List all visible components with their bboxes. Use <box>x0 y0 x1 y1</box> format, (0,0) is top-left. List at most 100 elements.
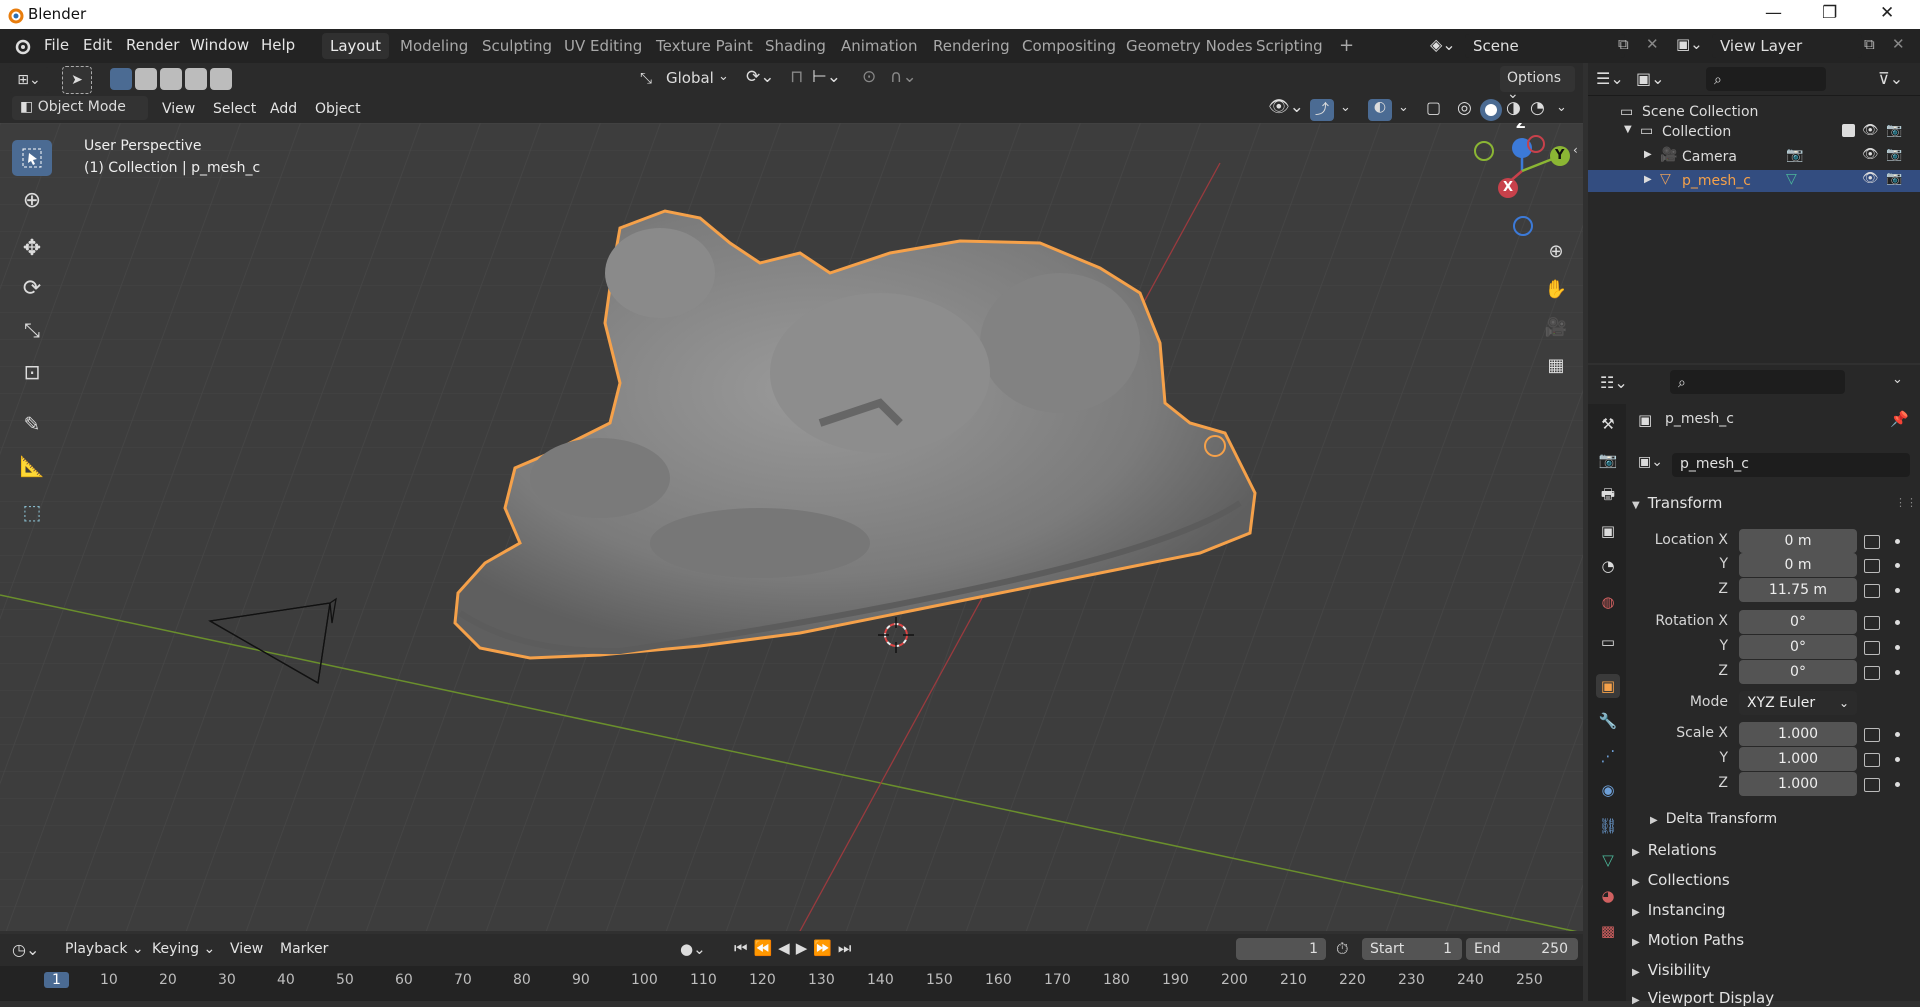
outliner-search-input[interactable]: ⌕ <box>1706 67 1826 91</box>
gizmo-options-icon[interactable]: ⌄ <box>1340 100 1351 115</box>
rotation-y-field[interactable]: 0° <box>1739 635 1857 659</box>
world-tab-icon[interactable]: ◍ <box>1596 590 1620 614</box>
xray-icon[interactable]: ▢ <box>1426 98 1441 117</box>
timeline-keying-menu[interactable]: Keying ⌄ <box>152 941 215 957</box>
lock-icon[interactable] <box>1864 641 1880 655</box>
keyframe-dot-icon[interactable] <box>1895 732 1900 737</box>
location-y-field[interactable]: 0 m <box>1739 553 1857 577</box>
rotation-x-field[interactable]: 0° <box>1739 610 1857 634</box>
tool-tab-icon[interactable]: ⚒ <box>1596 412 1620 436</box>
camera-view-icon[interactable]: 🎥 <box>1540 311 1572 343</box>
snap-icon[interactable]: ⊓ <box>790 67 803 87</box>
timeline-playback-menu[interactable]: Playback ⌄ <box>65 941 144 957</box>
rotation-mode-dropdown[interactable]: XYZ Euler ⌄ <box>1739 691 1857 715</box>
delete-scene-icon[interactable]: ✕ <box>1646 35 1659 53</box>
keyframe-dot-icon[interactable] <box>1895 757 1900 762</box>
lock-icon[interactable] <box>1864 728 1880 742</box>
particles-tab-icon[interactable]: ⋰ <box>1596 744 1620 768</box>
tab-uv-editing[interactable]: UV Editing <box>556 33 650 59</box>
ortho-toggle-icon[interactable]: ▦ <box>1540 349 1572 381</box>
keyframe-dot-icon[interactable] <box>1895 620 1900 625</box>
properties-search-input[interactable]: ⌕ <box>1670 370 1845 394</box>
location-z-field[interactable]: 11.75 m <box>1739 578 1857 602</box>
panel-drag-icon[interactable]: ⋮⋮ <box>1895 496 1917 509</box>
timeline[interactable]: 1 10 20 30 40 50 60 70 80 90 100 110 120 130 140 150 160… <box>0 966 1583 1001</box>
camera-render-icon[interactable]: 📷 <box>1886 147 1902 162</box>
new-view-layer-icon[interactable]: ⧉ <box>1864 35 1875 53</box>
outliner-editor-icon[interactable]: ☰⌄ <box>1596 69 1624 88</box>
lock-icon[interactable] <box>1864 535 1880 549</box>
new-scene-icon[interactable]: ⧉ <box>1618 35 1629 53</box>
object-name-field[interactable]: p_mesh_c <box>1672 453 1910 477</box>
delta-transform-header[interactable]: ▶ Delta Transform <box>1650 811 1777 827</box>
display-mode-icon[interactable]: ▣⌄ <box>1636 69 1665 88</box>
viewport-menu-view[interactable]: View <box>162 101 195 117</box>
blender-menu-icon[interactable] <box>12 37 32 55</box>
tab-geometry-nodes[interactable]: Geometry Nodes <box>1118 33 1261 59</box>
scale-y-field[interactable]: 1.000 <box>1739 747 1857 771</box>
instancing-panel-header[interactable]: ▶ Instancing <box>1632 901 1725 919</box>
view-layer-tab-icon[interactable]: ▣ <box>1596 519 1620 543</box>
add-workspace-icon[interactable]: + <box>1331 31 1362 57</box>
delete-view-layer-icon[interactable]: ✕ <box>1892 35 1905 53</box>
lock-icon[interactable] <box>1864 753 1880 767</box>
start-frame-field[interactable]: Start 1 <box>1362 938 1462 960</box>
solid-shading-icon[interactable] <box>1480 99 1502 121</box>
camera-label[interactable]: Camera <box>1682 149 1737 165</box>
keyframe-dot-icon[interactable] <box>1895 645 1900 650</box>
material-shading-icon[interactable]: ◑ <box>1506 98 1521 118</box>
collection-expand-icon[interactable]: ▼ <box>1624 124 1632 135</box>
viewport-display-panel-header[interactable]: ▶ Viewport Display <box>1632 989 1774 1007</box>
shading-options-icon[interactable]: ⌄ <box>1556 100 1567 115</box>
select-intersect-icon[interactable] <box>210 68 232 90</box>
scene-name-field[interactable]: Scene <box>1465 34 1625 58</box>
camera-eye-icon[interactable]: 👁 <box>1862 147 1879 162</box>
mesh-eye-icon[interactable]: 👁 <box>1862 171 1879 186</box>
gizmo-toggle-icon[interactable]: ⤴ <box>1310 99 1334 121</box>
timeline-view-menu[interactable]: View <box>230 941 263 957</box>
tab-sculpting[interactable]: Sculpting <box>474 33 560 59</box>
material-tab-icon[interactable]: ◕ <box>1596 884 1620 908</box>
move-tool-icon[interactable]: ✥ <box>12 230 52 266</box>
keyframe-dot-icon[interactable] <box>1895 782 1900 787</box>
overlays-options-icon[interactable]: ⌄ <box>1398 100 1409 115</box>
rotation-z-field[interactable]: 0° <box>1739 660 1857 684</box>
collection-eye-icon[interactable]: 👁 <box>1862 123 1879 138</box>
falloff-icon[interactable]: ∩⌄ <box>890 67 917 87</box>
modifier-tab-icon[interactable]: 🔧 <box>1596 709 1620 733</box>
wireframe-shading-icon[interactable]: ◎ <box>1457 98 1472 118</box>
zoom-icon[interactable]: ⊕ <box>1540 235 1572 267</box>
pivot-point-icon[interactable]: ⟳⌄ <box>746 67 775 87</box>
collection-tab-icon[interactable]: ▭ <box>1596 630 1620 654</box>
menu-window[interactable]: Window <box>190 36 249 54</box>
snap-target-icon[interactable]: ⊢⌄ <box>812 67 841 87</box>
pin-icon[interactable]: 📌 <box>1890 410 1909 428</box>
motion-paths-panel-header[interactable]: ▶ Motion Paths <box>1632 931 1744 949</box>
transform-tool-icon[interactable]: ⊡ <box>12 354 52 390</box>
mesh-data-tab-icon[interactable]: ▽ <box>1596 848 1620 872</box>
maximize-icon[interactable]: ❐ <box>1822 3 1837 23</box>
scale-tool-icon[interactable]: ⤡ <box>12 312 52 348</box>
render-tab-icon[interactable]: 📷 <box>1596 448 1620 472</box>
hand-pan-icon[interactable]: ✋ <box>1540 273 1572 305</box>
collection-label[interactable]: Collection <box>1662 124 1731 140</box>
transform-orientation-dropdown[interactable]: Global <box>666 69 714 87</box>
tab-compositing[interactable]: Compositing <box>1014 33 1124 59</box>
filter-icon[interactable]: ⊽⌄ <box>1878 69 1903 88</box>
cursor-tool-icon[interactable]: ⊕ <box>12 182 52 218</box>
scene-browse-icon[interactable]: ◈⌄ <box>1430 35 1456 54</box>
output-tab-icon[interactable]: 🖶 <box>1596 484 1620 508</box>
keyframe-dot-icon[interactable] <box>1895 563 1900 568</box>
tab-scripting[interactable]: Scripting <box>1248 33 1331 59</box>
lock-icon[interactable] <box>1864 584 1880 598</box>
physics-tab-icon[interactable]: ◉ <box>1596 778 1620 802</box>
end-frame-field[interactable]: End 250 <box>1466 938 1578 960</box>
lock-icon[interactable] <box>1864 616 1880 630</box>
collection-render-icon[interactable]: 📷 <box>1886 123 1902 138</box>
select-new-icon[interactable] <box>110 68 132 90</box>
tab-shading[interactable]: Shading <box>757 33 834 59</box>
texture-tab-icon[interactable]: ▩ <box>1596 919 1620 943</box>
viewport-menu-object[interactable]: Object <box>315 101 361 117</box>
transform-panel-header[interactable]: ▼ Transform <box>1632 494 1722 512</box>
menu-file[interactable]: File <box>44 36 69 54</box>
